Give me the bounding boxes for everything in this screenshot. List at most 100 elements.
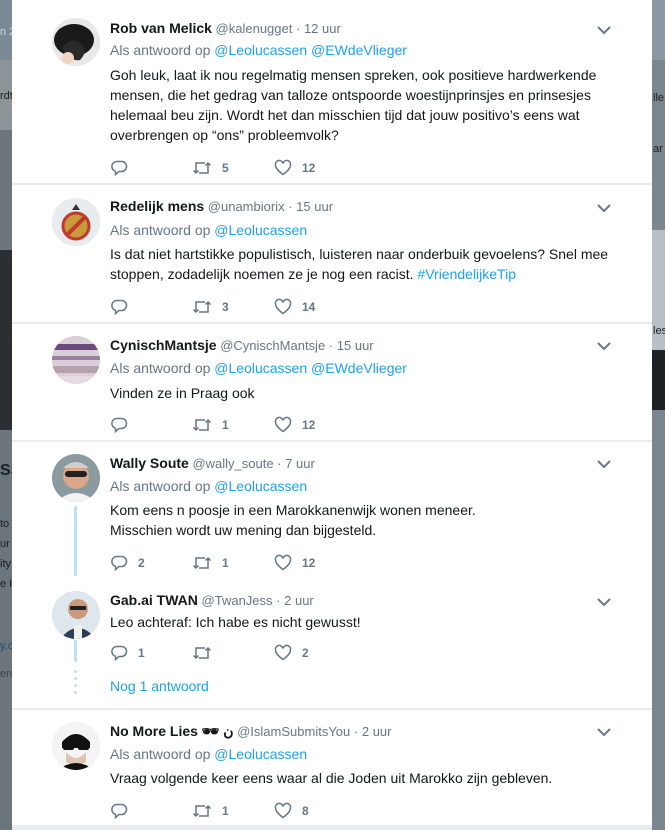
like-button[interactable]: 8 bbox=[274, 801, 309, 821]
display-name[interactable]: Redelijk mens bbox=[110, 198, 204, 214]
tweet-text: Vinden ze in Praag ook bbox=[110, 385, 255, 401]
chevron-down-icon[interactable] bbox=[596, 596, 612, 608]
timestamp[interactable]: 15 uur bbox=[337, 338, 374, 353]
like-button[interactable]: 2 bbox=[274, 643, 309, 663]
avatar[interactable] bbox=[52, 198, 100, 246]
tweet[interactable]: CynischMantsje @CynischMantsje · 15 uur … bbox=[12, 324, 652, 441]
hashtag-link[interactable]: #VriendelijkeTip bbox=[417, 266, 516, 282]
retweet-button[interactable]: 1 bbox=[192, 801, 229, 821]
reply-icon bbox=[110, 644, 128, 662]
like-count: 12 bbox=[302, 161, 316, 175]
bg-fragment: lle bbox=[653, 92, 665, 104]
background-page-right: lle ar les bbox=[652, 0, 665, 830]
avatar[interactable] bbox=[52, 722, 100, 770]
retweet-icon bbox=[192, 802, 212, 820]
timestamp[interactable]: 2 uur bbox=[362, 724, 392, 739]
avatar[interactable] bbox=[52, 591, 100, 639]
reply-context: Als antwoord op @Leolucassen bbox=[110, 746, 307, 762]
chevron-down-icon[interactable] bbox=[596, 458, 612, 470]
timestamp[interactable]: 12 uur bbox=[304, 21, 341, 36]
retweet-icon bbox=[192, 159, 212, 177]
separator-dot: · bbox=[295, 21, 301, 36]
tweet[interactable]: Rob van Melick @kalenugget · 12 uur Als … bbox=[12, 0, 652, 184]
bg-fragment: rdt bbox=[0, 90, 12, 102]
tweet-header: Redelijk mens @unambiorix · 15 uur bbox=[110, 198, 333, 214]
reply-prefix: Als antwoord op bbox=[110, 478, 211, 494]
reply-prefix: Als antwoord op bbox=[110, 746, 211, 762]
display-name[interactable]: Rob van Melick bbox=[110, 20, 212, 36]
reply-prefix: Als antwoord op bbox=[110, 222, 211, 238]
heart-icon bbox=[274, 802, 292, 820]
chevron-down-icon[interactable] bbox=[596, 202, 612, 214]
chevron-down-icon[interactable] bbox=[596, 726, 612, 738]
mention-link[interactable]: @EWdeVlieger bbox=[311, 360, 407, 376]
display-name[interactable]: Gab.ai TWAN bbox=[110, 592, 198, 608]
chevron-down-icon[interactable] bbox=[596, 24, 612, 36]
retweet-button[interactable]: 1 bbox=[192, 553, 229, 573]
tweet-header: Gab.ai TWAN @TwanJess · 2 uur bbox=[110, 592, 314, 608]
mention-link[interactable]: @EWdeVlieger bbox=[311, 42, 407, 58]
mention-link[interactable]: @Leolucassen bbox=[214, 42, 307, 58]
chevron-down-icon[interactable] bbox=[596, 340, 612, 352]
like-count: 8 bbox=[302, 804, 309, 818]
thread-dot bbox=[74, 691, 77, 694]
retweet-button[interactable]: 5 bbox=[192, 158, 229, 178]
user-handle[interactable]: @wally_soute bbox=[192, 456, 273, 471]
reply-button[interactable] bbox=[110, 297, 138, 317]
bg-fragment: ity bbox=[0, 558, 11, 570]
tweet-text-body: Is dat niet hartstikke populistisch, lui… bbox=[110, 246, 609, 282]
tweet-text: Kom eens n poosje in een Marokkanenwijk … bbox=[110, 500, 622, 540]
avatar[interactable] bbox=[52, 18, 100, 66]
user-handle[interactable]: @CynischMantsje bbox=[220, 338, 325, 353]
mention-link[interactable]: @Leolucassen bbox=[214, 222, 307, 238]
retweet-count: 5 bbox=[222, 161, 229, 175]
reply-button[interactable] bbox=[110, 801, 138, 821]
heart-icon bbox=[274, 416, 292, 434]
avatar[interactable] bbox=[52, 454, 100, 502]
retweet-count: 3 bbox=[222, 300, 229, 314]
display-name-suffix: 🕶 ن bbox=[201, 723, 234, 739]
tweet-header: Rob van Melick @kalenugget · 12 uur bbox=[110, 20, 341, 36]
timestamp[interactable]: 7 uur bbox=[285, 456, 315, 471]
mention-link[interactable]: @Leolucassen bbox=[214, 360, 307, 376]
mention-link[interactable]: @Leolucassen bbox=[214, 478, 307, 494]
display-name[interactable]: No More Lies bbox=[110, 723, 198, 739]
tweet[interactable]: Wally Soute @wally_soute · 7 uur Als ant… bbox=[12, 442, 652, 582]
avatar[interactable] bbox=[52, 336, 100, 384]
separator-dot: · bbox=[288, 199, 293, 214]
bg-fragment: les bbox=[653, 325, 665, 337]
reply-context: Als antwoord op @Leolucassen bbox=[110, 478, 307, 494]
user-handle[interactable]: @TwanJess bbox=[202, 593, 273, 608]
heart-icon bbox=[274, 554, 292, 572]
heart-icon bbox=[274, 298, 292, 316]
tweet[interactable]: No More Lies 🕶 ن @IslamSubmitsYou · 2 uu… bbox=[12, 710, 652, 826]
bg-fragment: to bbox=[0, 518, 10, 530]
reply-button[interactable] bbox=[110, 415, 138, 435]
tweet[interactable]: Redelijk mens @unambiorix · 15 uur Als a… bbox=[12, 185, 652, 323]
display-name[interactable]: Wally Soute bbox=[110, 455, 189, 471]
timestamp[interactable]: 2 uur bbox=[284, 593, 314, 608]
tweet-header: CynischMantsje @CynischMantsje · 15 uur bbox=[110, 337, 374, 353]
retweet-button[interactable]: 3 bbox=[192, 297, 229, 317]
retweet-button[interactable]: 1 bbox=[192, 415, 229, 435]
show-more-replies-link[interactable]: Nog 1 antwoord bbox=[110, 678, 209, 694]
like-button[interactable]: 12 bbox=[274, 158, 315, 178]
bg-fragment: n 2 bbox=[0, 26, 12, 38]
like-button[interactable]: 12 bbox=[274, 553, 315, 573]
reply-button[interactable]: 1 bbox=[110, 643, 145, 663]
reply-button[interactable]: 2 bbox=[110, 553, 145, 573]
heart-icon bbox=[274, 644, 292, 662]
display-name[interactable]: CynischMantsje bbox=[110, 337, 217, 353]
tweet-text-line: Misschien wordt uw mening dan bijgesteld… bbox=[110, 522, 377, 538]
user-handle[interactable]: @unambiorix bbox=[208, 199, 285, 214]
user-handle[interactable]: @kalenugget bbox=[216, 21, 293, 36]
timestamp[interactable]: 15 uur bbox=[296, 199, 333, 214]
retweet-button[interactable] bbox=[192, 643, 222, 663]
mention-link[interactable]: @Leolucassen bbox=[214, 746, 307, 762]
like-button[interactable]: 12 bbox=[274, 415, 315, 435]
tweet[interactable]: Gab.ai TWAN @TwanJess · 2 uur Leo achter… bbox=[12, 582, 652, 672]
user-handle[interactable]: @IslamSubmitsYou bbox=[237, 724, 350, 739]
reply-button[interactable] bbox=[110, 158, 138, 178]
bg-fragment: ur bbox=[0, 538, 10, 550]
like-button[interactable]: 14 bbox=[274, 297, 315, 317]
